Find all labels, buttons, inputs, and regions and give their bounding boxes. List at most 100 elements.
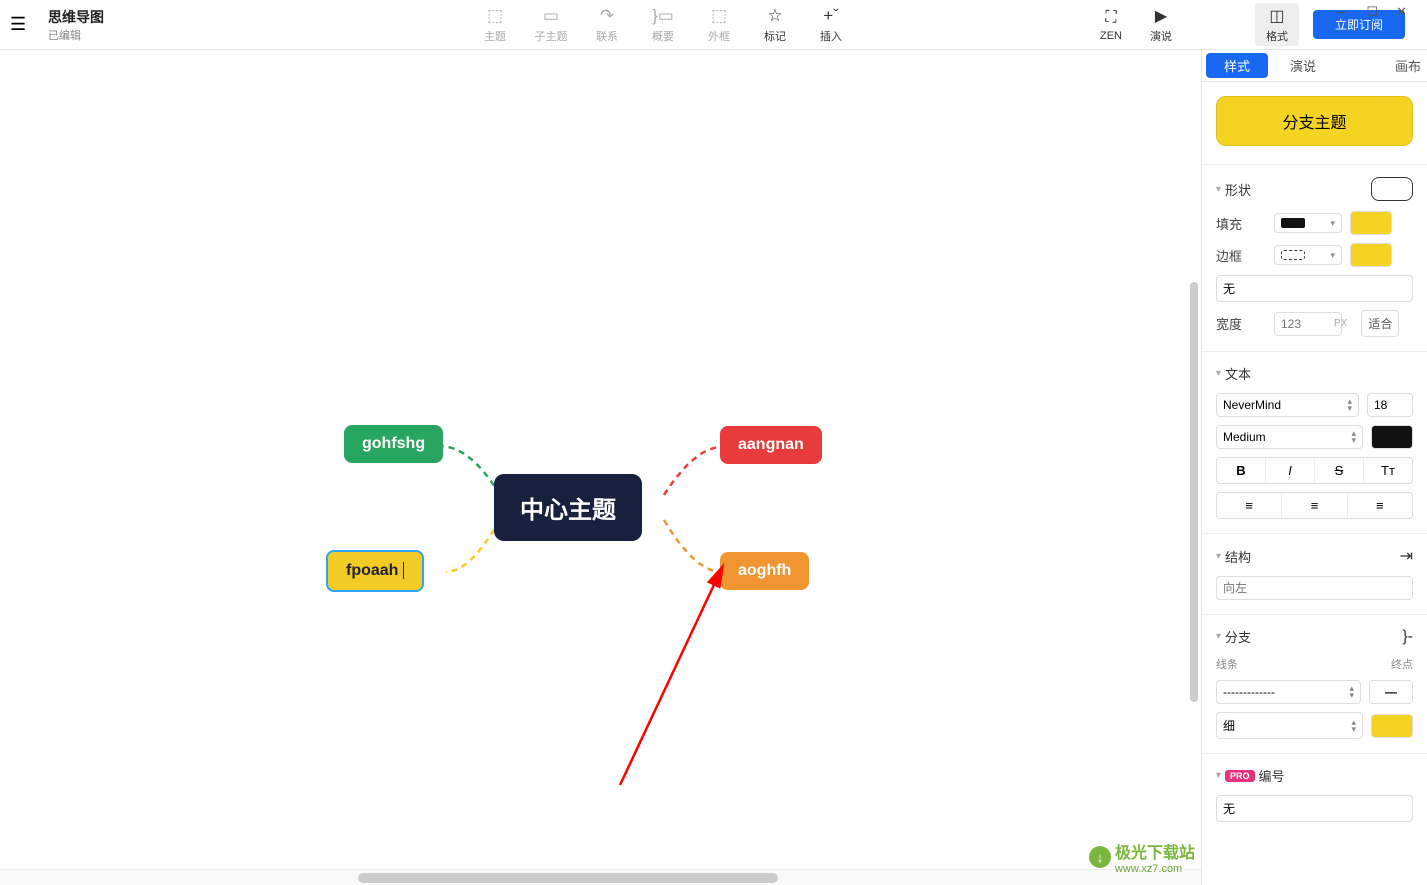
divider [1202,351,1427,352]
mindmap-canvas[interactable]: 中心主题 gohfshg aangnan aoghfh fpoaah [0,50,1201,860]
border-width-none[interactable]: 无 [1216,275,1413,302]
tab-present[interactable]: 演说 [1272,50,1334,81]
divider [1202,533,1427,534]
summary-icon: }▭ [652,5,674,27]
relation-button[interactable]: ↷联系 [582,5,632,44]
shape-preview[interactable] [1371,177,1413,201]
maximize-icon[interactable]: ☐ [1366,4,1378,20]
zen-button[interactable]: ⛶ZEN [1089,7,1133,42]
section-shape-label: 形状 [1225,180,1251,199]
branch-thickness-select[interactable]: 细▴▾ [1216,712,1363,739]
divider [1202,753,1427,754]
marker-button[interactable]: ☆标记 [750,5,800,44]
branch-color-swatch[interactable] [1371,714,1413,738]
arrow-annotation [600,560,740,800]
font-weight-select[interactable]: Medium▴▾ [1216,425,1363,449]
branch-icon[interactable]: }- [1402,628,1413,646]
watermark-url: www.xz7.com [1115,863,1195,875]
chevron-down-icon: ▾ [1216,631,1221,642]
topic-icon: ⬚ [487,5,503,27]
relation-icon: ↷ [600,5,614,27]
border-color-swatch[interactable] [1350,243,1392,267]
format-button[interactable]: ◫格式 [1255,3,1299,46]
branch-line-dash-value: ------------- [1223,685,1275,699]
tab-style[interactable]: 样式 [1206,53,1268,78]
width-unit: PX [1334,318,1347,329]
width-input[interactable] [1274,312,1342,336]
chevron-down-icon: ▾ [1216,184,1221,195]
section-branch-label: 分支 [1225,627,1251,646]
minimize-icon[interactable]: — [1335,4,1348,20]
branch-node-orange[interactable]: aoghfh [720,552,809,590]
numbering-value: 无 [1223,800,1235,817]
document-title: 思维导图 [48,7,104,27]
font-family-select[interactable]: NeverMind▴▾ [1216,393,1359,417]
subtopic-button[interactable]: ▭子主题 [526,5,576,44]
fill-label: 填充 [1216,214,1266,233]
section-structure-label: 结构 [1225,547,1251,566]
branch-thickness-value: 细 [1223,717,1235,734]
section-numbering-header[interactable]: ▾ PRO 编号 [1216,766,1413,785]
chevron-down-icon: ▾ [1216,770,1221,781]
subtopic-icon: ▭ [543,5,559,27]
horizontal-scrollbar[interactable] [0,869,1201,885]
fill-style-select[interactable]: ▾ [1274,213,1342,233]
font-size-select[interactable]: 18 [1367,393,1413,417]
text-color-swatch[interactable] [1371,425,1413,449]
chevron-down-icon: ▾ [1330,220,1335,227]
strike-button[interactable]: S [1315,458,1364,483]
section-branch-header[interactable]: ▾ 分支 }- [1216,627,1413,646]
section-numbering-label: 编号 [1259,766,1285,785]
vertical-scrollbar[interactable] [1187,52,1201,869]
format-icon: ◫ [1269,5,1284,27]
structure-icon[interactable]: ⇥ [1400,546,1413,566]
section-text-header[interactable]: ▾ 文本 [1216,364,1413,383]
insert-button[interactable]: +ˇ插入 [806,5,856,44]
border-style-select[interactable]: ▾ [1274,245,1342,265]
chevron-down-icon: ▾ [1216,368,1221,379]
branch-topic-button[interactable]: 分支主题 [1216,96,1413,146]
pro-badge: PRO [1225,770,1255,782]
watermark-text: 极光下载站 [1115,839,1195,863]
vertical-scroll-thumb[interactable] [1190,282,1198,702]
summary-button[interactable]: }▭概要 [638,5,688,44]
zen-icon: ⛶ [1105,7,1116,29]
bold-button[interactable]: B [1217,458,1266,483]
border-width-none-label: 无 [1223,280,1235,297]
branch-node-red[interactable]: aangnan [720,426,822,464]
font-family-value: NeverMind [1223,398,1281,412]
structure-direction-input[interactable] [1216,576,1413,600]
section-structure-header[interactable]: ▾结构 ⇥ [1216,546,1413,566]
center-topic-node[interactable]: 中心主题 [494,474,642,541]
fill-color-swatch[interactable] [1350,211,1392,235]
branch-endpoint-select[interactable]: — [1369,680,1413,704]
stepper-icon: ▴▾ [1349,685,1354,699]
boundary-button[interactable]: ⬚外框 [694,5,744,44]
width-label: 宽度 [1216,314,1266,333]
stepper-icon: ▴▾ [1351,430,1356,444]
play-icon: ▶ [1155,5,1167,27]
section-shape-header[interactable]: ▾ 形状 [1216,177,1413,201]
format-panel: 样式 演说 画布 分支主题 ▾ 形状 填充 ▾ 边框 ▾ 无 [1201,50,1427,885]
horizontal-scroll-thumb[interactable] [358,873,778,883]
boundary-icon: ⬚ [711,5,727,27]
present-button[interactable]: ▶演说 [1139,5,1183,44]
branch-node-yellow-selected[interactable]: fpoaah [326,550,424,592]
close-icon[interactable]: ✕ [1396,4,1407,20]
hamburger-icon[interactable]: ☰ [10,14,40,35]
align-center-button[interactable]: ≡ [1282,493,1347,518]
topic-button[interactable]: ⬚主题 [470,5,520,44]
case-button[interactable]: Tᴛ [1364,458,1412,483]
border-label: 边框 [1216,246,1266,265]
section-text-label: 文本 [1225,364,1251,383]
plus-icon: +ˇ [823,5,839,27]
italic-button[interactable]: I [1266,458,1315,483]
tab-canvas[interactable]: 画布 [1377,50,1427,81]
numbering-select[interactable]: 无 [1216,795,1413,822]
width-fit-button[interactable]: 适合 [1361,310,1399,337]
branch-node-green[interactable]: gohfshg [344,425,443,463]
align-left-button[interactable]: ≡ [1217,493,1282,518]
align-right-button[interactable]: ≡ [1348,493,1412,518]
branch-endpoint-label: 终点 [1391,656,1413,672]
branch-line-style-select[interactable]: ------------- ▴▾ [1216,680,1361,704]
